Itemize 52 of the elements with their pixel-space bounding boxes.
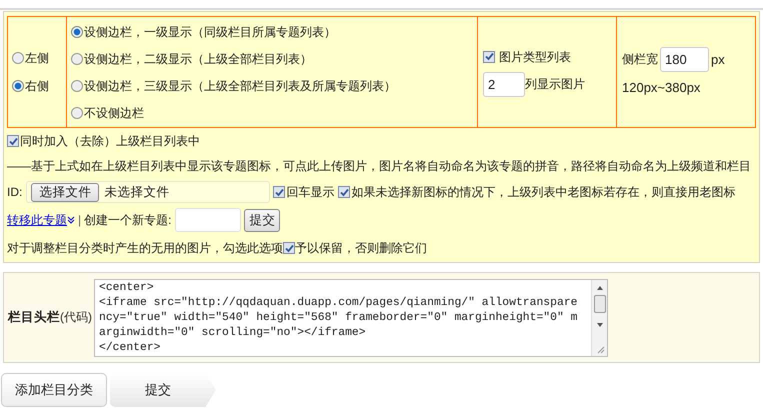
radio-label: 右侧 <box>25 78 49 95</box>
code-textarea[interactable]: <center> <iframe src="http://qqdaquan.duapp.com/pages/qianming/" allowtranspare ncy="true" width="540" height="568" frameborder="0" marginheight="0" m arginwidth="0" scrolling="no"></iframe> </center> <box>94 278 608 356</box>
unit-label: px <box>711 50 725 69</box>
radio-button[interactable] <box>71 26 83 38</box>
id-label: ID: <box>7 184 22 201</box>
radio-button[interactable] <box>71 80 83 92</box>
radio-label: 不设侧边栏 <box>84 104 144 122</box>
down-arrow-icon[interactable] <box>596 320 604 328</box>
separator: | <box>78 212 82 229</box>
width-label: 侧栏宽 <box>622 51 658 68</box>
checkbox-label: 回车显示 <box>286 184 334 201</box>
checkbox-label: 图片类型列表 <box>499 48 571 66</box>
code-line: </center> <box>99 340 162 356</box>
topic-input[interactable] <box>175 208 242 232</box>
file-input[interactable]: 选择文件 未选择文件 <box>26 181 270 203</box>
columns-label: 列显示图片 <box>525 76 585 93</box>
code-line: <center> <box>99 280 155 296</box>
scroll-thumb[interactable] <box>594 294 606 312</box>
radio-button[interactable] <box>71 52 83 64</box>
resize-grip-icon[interactable] <box>596 344 605 354</box>
width-input[interactable]: 180 <box>660 46 709 72</box>
scrollbar[interactable] <box>591 280 607 356</box>
checkbox[interactable] <box>338 186 350 198</box>
checkbox-label: 同时加入（去除）上级栏目列表中 <box>20 133 200 150</box>
checkbox[interactable] <box>483 50 495 62</box>
radio-label: 设侧边栏，三级显示（上级全部栏目列表及所属专题列表） <box>84 78 396 94</box>
checkbox[interactable] <box>273 186 286 198</box>
upload-note: ——基于上式如在上级栏目列表中显示该专题图标，可点此上传图片，图片名将自动命名为该专题的拼音，路径将自动命名为上级频道和栏目 <box>7 158 752 175</box>
radio-button[interactable] <box>12 80 24 92</box>
columns-input[interactable]: 2 <box>483 72 525 96</box>
code-line: ncy="true" width="540" height="568" frameborder="0" marginheight="0" m <box>99 310 578 326</box>
checkbox-label: 如果未选择新图标的情况下，上级列表中老图标若存在，则直接用老图标 <box>351 184 736 201</box>
double-chevron-icon <box>67 216 75 224</box>
field-label: 栏目头栏(代码) <box>6 309 93 326</box>
submit-button[interactable]: 提交 <box>244 208 280 232</box>
create-label: 创建一个新专题: <box>84 212 172 229</box>
cleanup-text: 对于调整栏目分类时产生的无用的图片，勾选此选项 <box>7 240 283 257</box>
file-status: 未选择文件 <box>104 184 170 201</box>
checkbox-label: 予以保留，否则删除它们 <box>295 240 427 257</box>
radio-label: 左侧 <box>25 50 49 67</box>
code-line: <iframe src="http://qqdaquan.duapp.com/pages/qianming/" allowtranspare <box>99 296 578 310</box>
radio-label: 设侧边栏，二级显示（上级全部栏目列表） <box>84 50 312 68</box>
radio-button[interactable] <box>12 52 24 64</box>
checkbox[interactable] <box>283 242 295 254</box>
code-line: arginwidth="0" scrolling="no"></iframe> <box>99 326 367 340</box>
choose-file-button[interactable]: 选择文件 <box>31 182 100 202</box>
range-hint: 120px~380px <box>622 78 702 97</box>
up-arrow-icon[interactable] <box>596 284 604 292</box>
checkbox[interactable] <box>7 135 19 147</box>
radio-label: 设侧边栏，一级显示（同级栏目所属专题列表） <box>84 24 336 40</box>
radio-button[interactable] <box>71 106 83 118</box>
add-category-button[interactable]: 添加栏目分类 <box>1 373 107 407</box>
